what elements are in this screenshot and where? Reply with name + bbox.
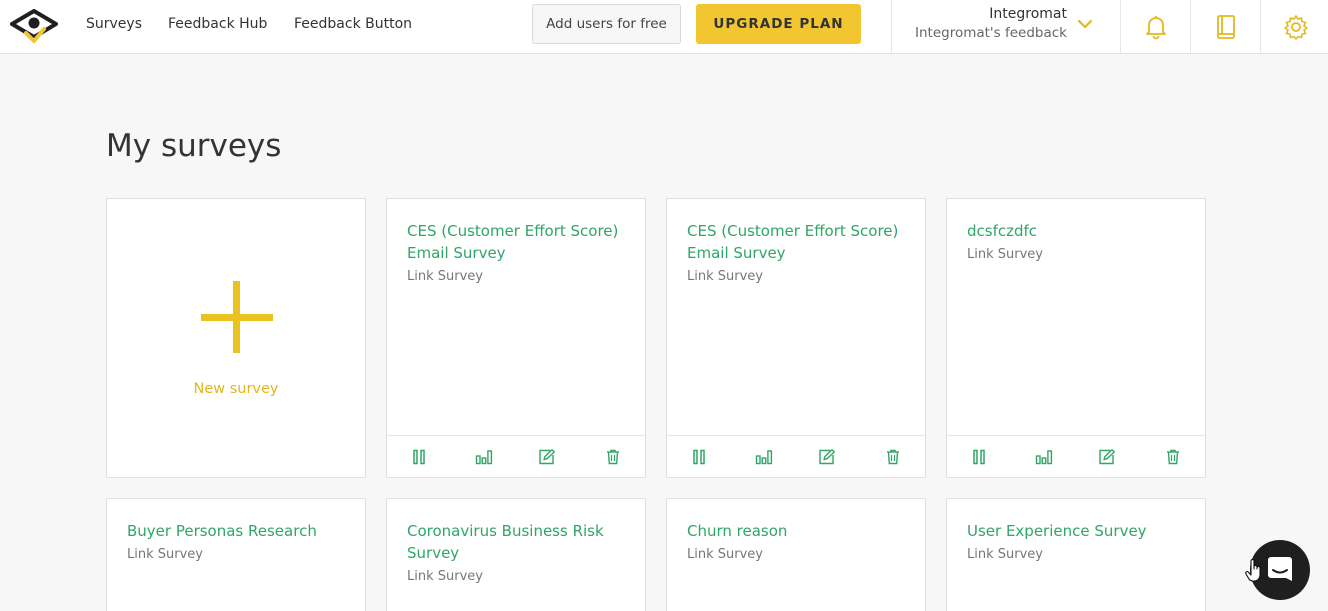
eye-logo-icon[interactable] — [10, 7, 58, 45]
chat-icon — [1268, 557, 1292, 581]
plus-icon — [201, 281, 273, 353]
trash-icon[interactable] — [604, 448, 622, 466]
new-survey-card[interactable]: New survey — [106, 198, 366, 478]
survey-title[interactable]: Coronavirus Business Risk Survey — [407, 520, 627, 564]
edit-icon[interactable] — [1098, 448, 1116, 466]
survey-type: Link Survey — [967, 247, 1043, 262]
survey-card[interactable]: User Experience Survey Link Survey — [946, 498, 1206, 611]
trash-icon[interactable] — [1164, 448, 1182, 466]
edit-icon[interactable] — [818, 448, 836, 466]
survey-title[interactable]: CES (Customer Effort Score) Email Survey — [407, 220, 627, 264]
survey-title[interactable]: Buyer Personas Research — [127, 520, 347, 542]
pause-icon[interactable] — [410, 448, 428, 466]
survey-actions — [387, 435, 645, 477]
chevron-down-icon — [1077, 19, 1093, 29]
notifications-button[interactable] — [1121, 0, 1191, 53]
survey-type: Link Survey — [127, 547, 203, 562]
survey-card[interactable]: Churn reason Link Survey — [666, 498, 926, 611]
nav-feedback-hub[interactable]: Feedback Hub — [168, 16, 267, 32]
account-switcher[interactable]: Integromat Integromat's feedback — [892, 0, 1120, 53]
survey-actions — [667, 435, 925, 477]
survey-title[interactable]: User Experience Survey — [967, 520, 1187, 542]
new-survey-label: New survey — [193, 381, 279, 397]
survey-card[interactable]: CES (Customer Effort Score) Email Survey… — [666, 198, 926, 478]
pause-icon[interactable] — [970, 448, 988, 466]
stats-icon[interactable] — [1035, 448, 1053, 466]
upgrade-plan-button[interactable]: UPGRADE PLAN — [696, 4, 861, 44]
settings-button[interactable] — [1261, 0, 1328, 53]
trash-icon[interactable] — [884, 448, 902, 466]
survey-type: Link Survey — [687, 547, 763, 562]
survey-card[interactable]: dcsfczdfc Link Survey — [946, 198, 1206, 478]
stats-icon[interactable] — [755, 448, 773, 466]
book-icon — [1217, 14, 1235, 39]
survey-card[interactable]: CES (Customer Effort Score) Email Survey… — [386, 198, 646, 478]
page-title: My surveys — [106, 128, 282, 164]
help-book-button[interactable] — [1191, 0, 1261, 53]
survey-type: Link Survey — [967, 547, 1043, 562]
workspace-name: Integromat's feedback — [915, 25, 1067, 41]
bell-icon — [1146, 15, 1166, 39]
nav-feedback-button[interactable]: Feedback Button — [294, 16, 412, 32]
survey-title[interactable]: dcsfczdfc — [967, 220, 1187, 242]
edit-icon[interactable] — [538, 448, 556, 466]
nav-surveys[interactable]: Surveys — [86, 16, 142, 32]
survey-type: Link Survey — [407, 569, 483, 584]
hand-cursor-icon — [1245, 559, 1261, 582]
survey-type: Link Survey — [687, 269, 763, 284]
survey-type: Link Survey — [407, 269, 483, 284]
survey-card[interactable]: Coronavirus Business Risk Survey Link Su… — [386, 498, 646, 611]
survey-title[interactable]: Churn reason — [687, 520, 907, 542]
gear-icon — [1284, 14, 1308, 40]
add-users-button[interactable]: Add users for free — [532, 4, 681, 44]
pause-icon[interactable] — [690, 448, 708, 466]
account-name: Integromat — [989, 6, 1067, 22]
survey-title[interactable]: CES (Customer Effort Score) Email Survey — [687, 220, 907, 264]
survey-actions — [947, 435, 1205, 477]
stats-icon[interactable] — [475, 448, 493, 466]
survey-card[interactable]: Buyer Personas Research Link Survey — [106, 498, 366, 611]
top-bar: Surveys Feedback Hub Feedback Button Add… — [0, 0, 1328, 54]
